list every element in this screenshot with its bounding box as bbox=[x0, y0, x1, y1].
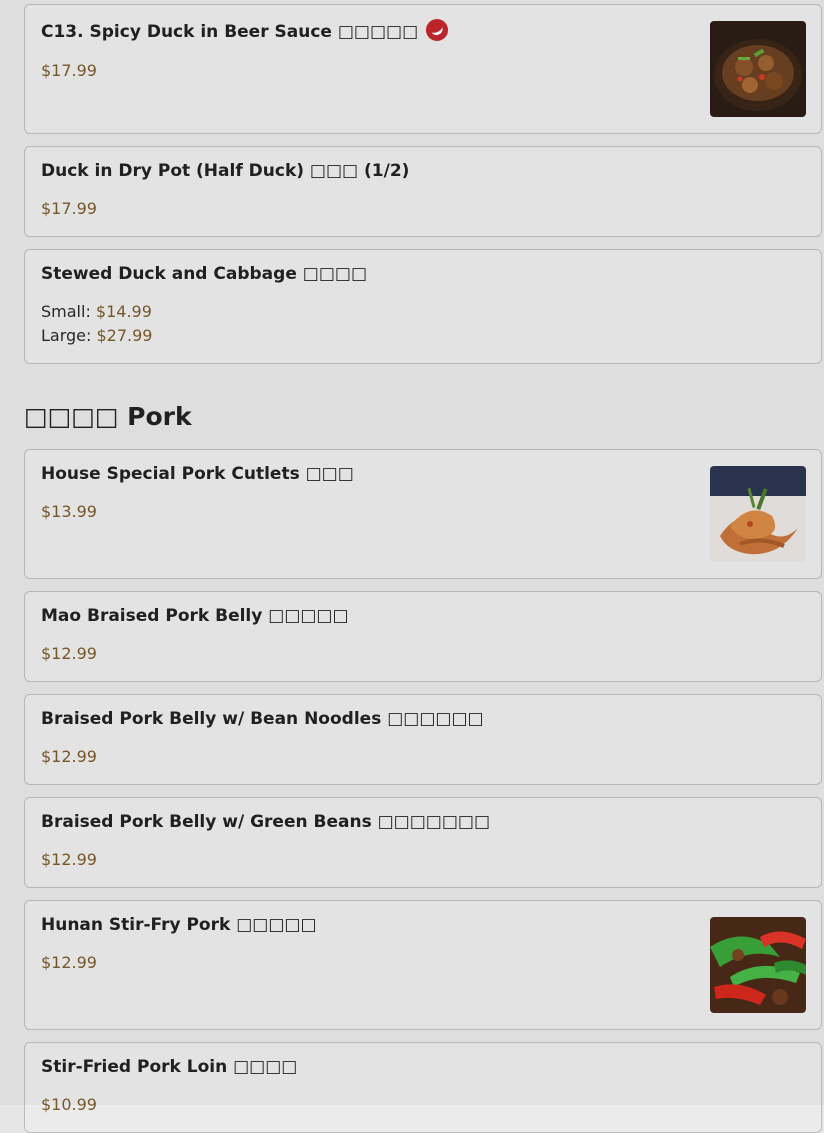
menu-item-card[interactable]: House Special Pork Cutlets □□□ $13.99 bbox=[24, 449, 822, 579]
size-option-large: Large: $27.99 bbox=[41, 326, 153, 345]
size-option-small: Small: $14.99 bbox=[41, 302, 152, 321]
item-price: $12.99 bbox=[41, 747, 97, 766]
item-price: $13.99 bbox=[41, 502, 97, 521]
item-price: $12.99 bbox=[41, 953, 97, 972]
item-name: Stir-Fried Pork Loin □□□□ bbox=[41, 1057, 298, 1077]
item-name: C13. Spicy Duck in Beer Sauce □□□□□ bbox=[41, 19, 449, 42]
section-title: □□□□ Pork bbox=[24, 402, 192, 431]
chili-pepper-icon bbox=[426, 19, 449, 41]
menu-item-card[interactable]: Stir-Fried Pork Loin □□□□ $10.99 bbox=[24, 1042, 822, 1133]
menu-item-card[interactable]: Braised Pork Belly w/ Bean Noodles □□□□□… bbox=[24, 694, 822, 785]
menu-item-card[interactable]: Duck in Dry Pot (Half Duck) □□□ (1/2) $1… bbox=[24, 146, 822, 237]
item-price: $12.99 bbox=[41, 644, 97, 663]
menu-item-card[interactable]: C13. Spicy Duck in Beer Sauce □□□□□ $17.… bbox=[24, 4, 822, 134]
menu-item-card[interactable]: Braised Pork Belly w/ Green Beans □□□□□□… bbox=[24, 797, 822, 888]
duck-dish-photo bbox=[710, 21, 806, 117]
menu-page: C13. Spicy Duck in Beer Sauce □□□□□ $17.… bbox=[0, 0, 824, 1133]
menu-item-card[interactable]: Mao Braised Pork Belly □□□□□ $12.99 bbox=[24, 591, 822, 682]
menu-item-card[interactable]: Stewed Duck and Cabbage □□□□ Small: $14.… bbox=[24, 249, 822, 364]
item-name: Duck in Dry Pot (Half Duck) □□□ (1/2) bbox=[41, 161, 410, 181]
item-name: Braised Pork Belly w/ Bean Noodles □□□□□… bbox=[41, 709, 484, 729]
item-name: Stewed Duck and Cabbage □□□□ bbox=[41, 264, 368, 284]
pork-cutlets-photo bbox=[710, 466, 806, 562]
item-price: $17.99 bbox=[41, 199, 97, 218]
item-price: $17.99 bbox=[41, 61, 97, 80]
menu-item-card[interactable]: Hunan Stir-Fry Pork □□□□□ $12.99 bbox=[24, 900, 822, 1030]
item-name: Mao Braised Pork Belly □□□□□ bbox=[41, 606, 349, 626]
item-name: Braised Pork Belly w/ Green Beans □□□□□□… bbox=[41, 812, 491, 832]
item-name: House Special Pork Cutlets □□□ bbox=[41, 464, 354, 484]
item-name: Hunan Stir-Fry Pork □□□□□ bbox=[41, 915, 317, 935]
item-price: $12.99 bbox=[41, 850, 97, 869]
stir-fry-pork-photo bbox=[710, 917, 806, 1013]
